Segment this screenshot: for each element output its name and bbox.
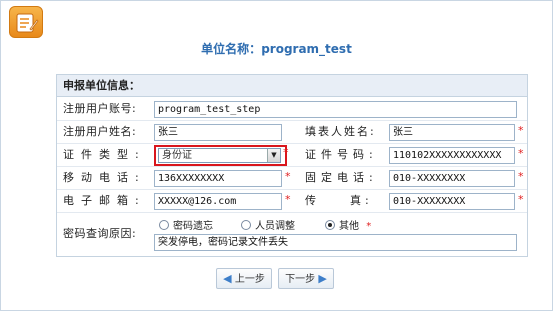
next-button-label: 下一步 — [285, 274, 316, 285]
required-mark: * — [366, 221, 372, 232]
form-row-reason: 密码查询原因: 密码遗忘 人员调整 其他 * 突发停电，密码记录文件丢失 — [57, 213, 527, 253]
username-label: 注册用户账号: — [63, 102, 137, 115]
prev-button-label: 上一步 — [234, 274, 265, 285]
form-row-phone: 移动电话: 136XXXXXXXX * 固定电话: 010-XXXXXXXX * — [57, 167, 527, 190]
arrow-right-icon: ▶ — [318, 272, 327, 285]
id-type-value: 身份证 — [162, 150, 192, 161]
form-row-username: 注册用户账号: program_test_step — [57, 98, 527, 121]
reason-label: 密码查询原因: — [63, 227, 137, 240]
name-label: 注册用户姓名: — [63, 125, 137, 138]
radio-icon[interactable] — [241, 220, 251, 230]
required-mark: * — [518, 124, 524, 137]
form-row-name: 注册用户姓名: 张三 填表人姓名: 张三 * — [57, 121, 527, 144]
chevron-down-icon[interactable]: ▼ — [267, 149, 280, 162]
section-title: 申报单位信息： — [57, 75, 527, 97]
fax-label: 传 真: — [305, 194, 373, 207]
id-type-select[interactable]: 身份证 ▼ — [158, 148, 281, 163]
id-type-highlight: 身份证 ▼ * — [154, 145, 289, 166]
mobile-label: 移动电话: — [63, 171, 146, 184]
unit-name-label: 单位名称： — [201, 42, 262, 56]
username-field[interactable]: program_test_step — [154, 101, 517, 118]
filler-field[interactable]: 张三 — [389, 124, 515, 141]
applicant-info-form: 申报单位信息： 注册用户账号: program_test_step 注册用户姓名… — [56, 74, 528, 257]
required-mark: * — [518, 170, 524, 183]
required-mark: * — [283, 146, 289, 159]
reason-option-other[interactable]: 其他 * — [325, 217, 371, 232]
id-no-label: 证件号码: — [305, 148, 378, 161]
app-icon — [9, 6, 43, 38]
radio-icon[interactable] — [159, 220, 169, 230]
reason-option-label: 其他 — [339, 221, 359, 232]
email-label: 电子邮箱: — [63, 194, 146, 207]
reason-option-forgot[interactable]: 密码遗忘 — [159, 217, 213, 232]
fax-field[interactable]: 010-XXXXXXXX — [389, 193, 515, 210]
phone-label: 固定电话: — [305, 171, 378, 184]
prev-button[interactable]: ◀ 上一步 — [216, 268, 272, 289]
reason-option-label: 人员调整 — [255, 221, 295, 232]
id-no-field[interactable]: 110102XXXXXXXXXXXX — [389, 147, 515, 164]
required-mark: * — [285, 170, 291, 183]
filler-label: 填表人姓名: — [305, 125, 376, 138]
phone-field[interactable]: 010-XXXXXXXX — [389, 170, 515, 187]
radio-selected-icon[interactable] — [325, 220, 335, 230]
notepad-icon — [16, 13, 39, 33]
mobile-field[interactable]: 136XXXXXXXX — [154, 170, 282, 187]
window: 单位名称：program_test 申报单位信息： 注册用户账号: progra… — [0, 0, 553, 311]
arrow-left-icon: ◀ — [223, 272, 232, 285]
name-field[interactable]: 张三 — [154, 124, 282, 141]
next-button[interactable]: 下一步 ▶ — [278, 268, 334, 289]
email-field[interactable]: XXXXX@126.com — [154, 193, 282, 210]
required-mark: * — [285, 193, 291, 206]
reason-option-staff-change[interactable]: 人员调整 — [241, 217, 295, 232]
unit-name-value: program_test — [261, 42, 352, 56]
required-mark: * — [518, 193, 524, 206]
reason-option-label: 密码遗忘 — [173, 221, 213, 232]
page-title: 单位名称：program_test — [1, 40, 552, 57]
form-row-email: 电子邮箱: XXXXX@126.com * 传 真: 010-XXXXXXXX … — [57, 190, 527, 213]
reason-textarea[interactable]: 突发停电，密码记录文件丢失 — [154, 234, 517, 251]
form-row-id: 证件类型: 身份证 ▼ * 证件号码: 110102XXXXXXXXXXXX * — [57, 144, 527, 167]
id-type-label: 证件类型: — [63, 148, 146, 161]
required-mark: * — [518, 147, 524, 160]
